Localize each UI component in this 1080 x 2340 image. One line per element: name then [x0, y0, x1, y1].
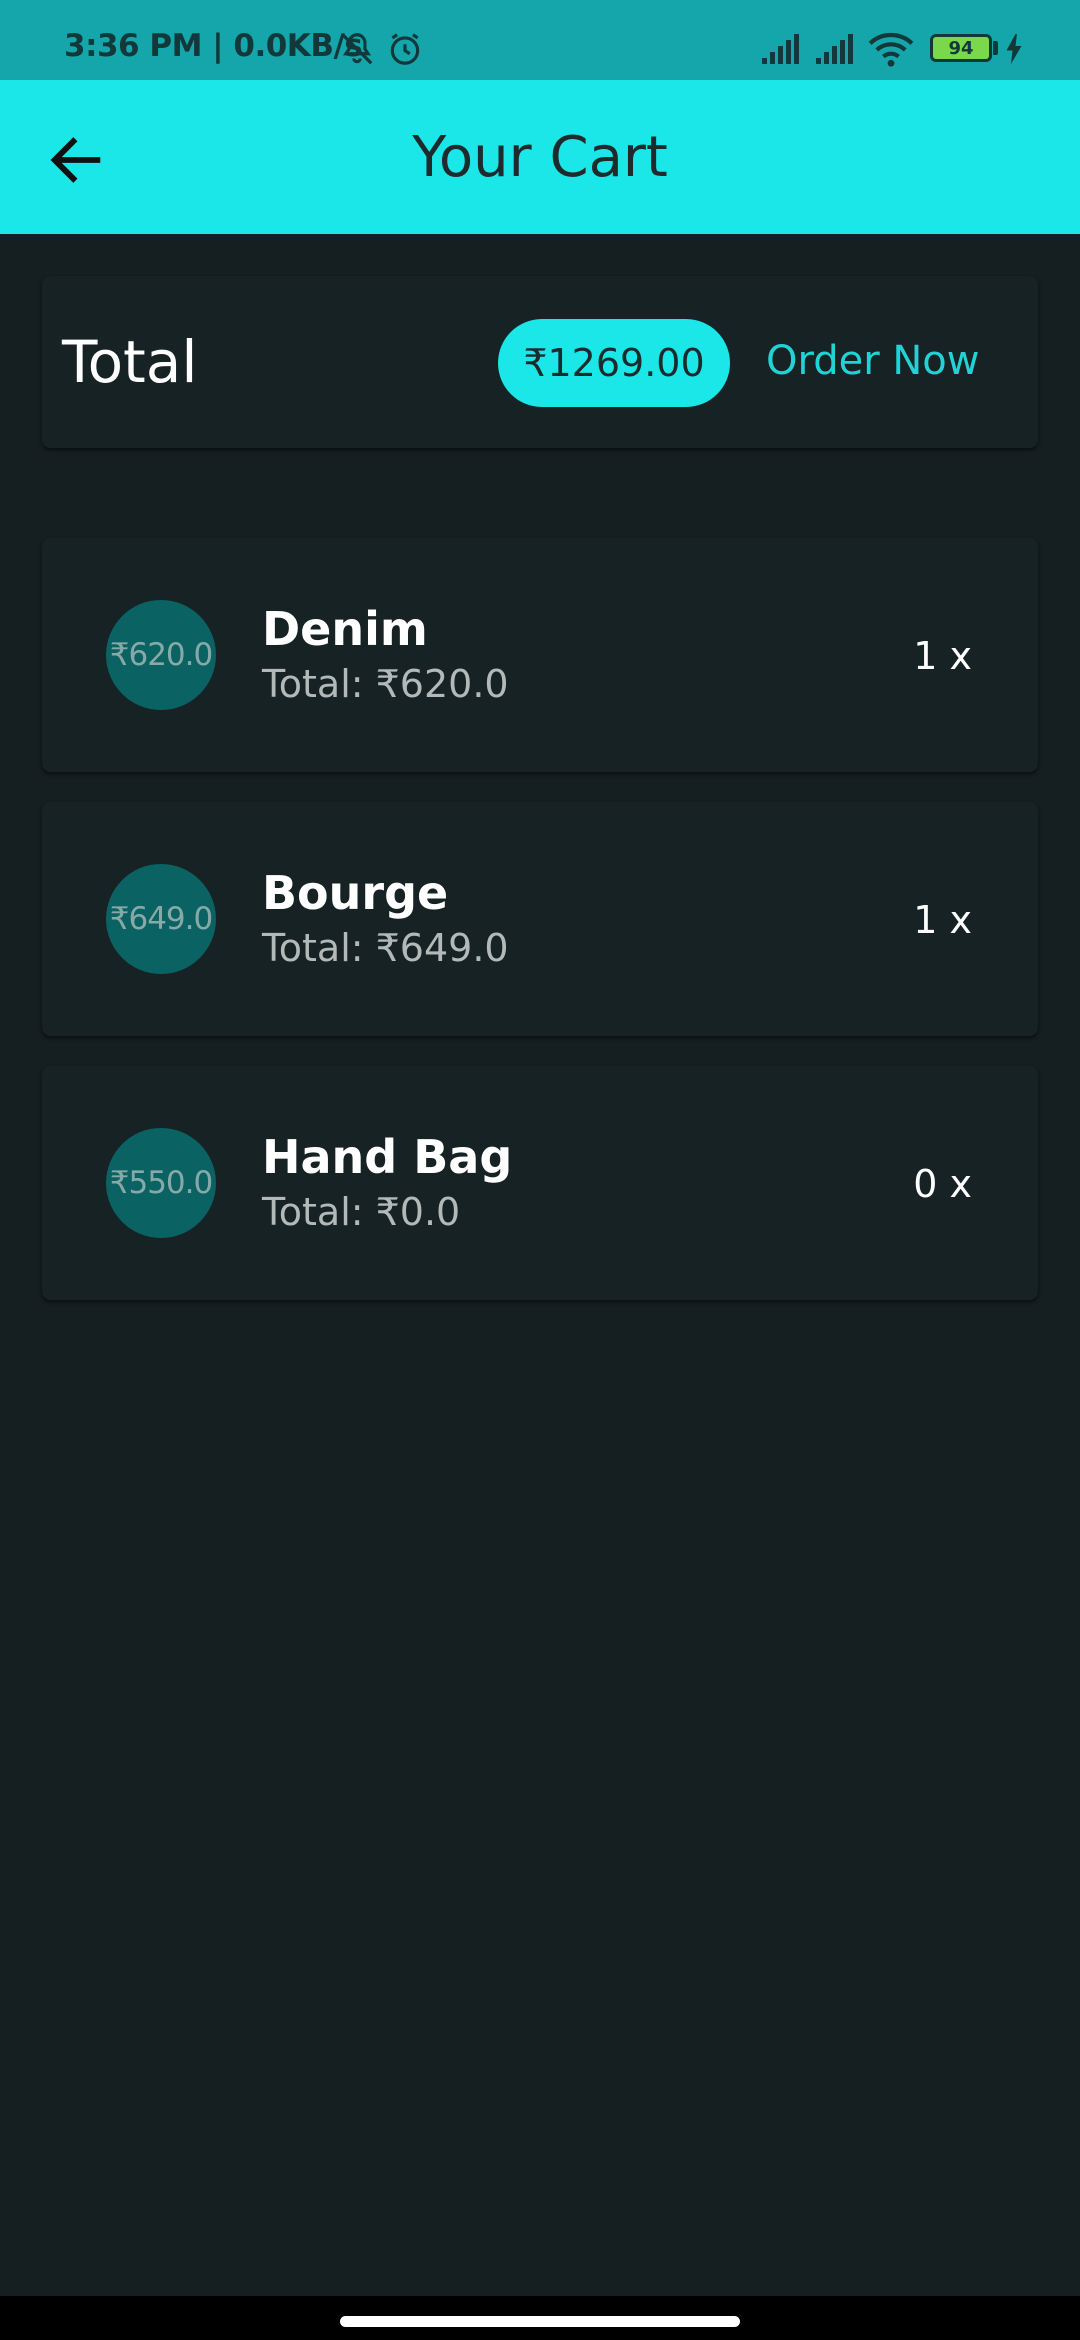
item-quantity: 1 x — [913, 898, 972, 942]
battery-level: 94 — [948, 37, 974, 59]
total-label: Total — [62, 328, 198, 396]
wifi-icon — [868, 32, 914, 67]
item-total: Total: ₹649.0 — [262, 926, 509, 970]
cart-item-card[interactable]: ₹649.0 Bourge Total: ₹649.0 1 x — [42, 802, 1038, 1036]
item-name: Denim — [262, 602, 428, 656]
item-price: ₹620.0 — [109, 637, 213, 673]
cart-item-card[interactable]: ₹550.0 Hand Bag Total: ₹0.0 0 x — [42, 1066, 1038, 1300]
item-total: Total: ₹0.0 — [262, 1190, 461, 1234]
item-price-avatar: ₹620.0 — [106, 600, 216, 710]
battery-nub — [993, 41, 998, 55]
page-title: Your Cart — [412, 125, 668, 190]
item-name: Hand Bag — [262, 1130, 513, 1184]
signal-icon-2 — [816, 34, 853, 64]
alarm-icon — [390, 33, 420, 65]
item-price-avatar: ₹649.0 — [106, 864, 216, 974]
cart-total-card: Total ₹1269.00 Order Now — [42, 276, 1038, 448]
item-quantity: 1 x — [913, 634, 972, 678]
item-total: Total: ₹620.0 — [262, 662, 509, 706]
item-price: ₹649.0 — [109, 901, 213, 937]
charging-icon — [1006, 34, 1022, 64]
total-amount-chip: ₹1269.00 — [498, 319, 730, 407]
status-bar: 3:36 PM | 0.0KB/s 94 — [0, 0, 1080, 80]
battery-icon: 94 — [930, 34, 992, 62]
total-amount: ₹1269.00 — [523, 341, 705, 385]
cart-item-card[interactable]: ₹620.0 Denim Total: ₹620.0 1 x — [42, 538, 1038, 772]
item-quantity: 0 x — [913, 1162, 972, 1206]
bell-off-icon — [341, 33, 373, 65]
order-now-button[interactable]: Order Now — [766, 338, 980, 384]
item-price-avatar: ₹550.0 — [106, 1128, 216, 1238]
signal-icon — [762, 34, 799, 64]
home-indicator[interactable] — [340, 2316, 740, 2327]
status-time: 3:36 PM | 0.0KB/s — [64, 28, 363, 64]
item-name: Bourge — [262, 866, 449, 920]
item-price: ₹550.0 — [109, 1165, 213, 1201]
app-bar: Your Cart — [0, 80, 1080, 234]
